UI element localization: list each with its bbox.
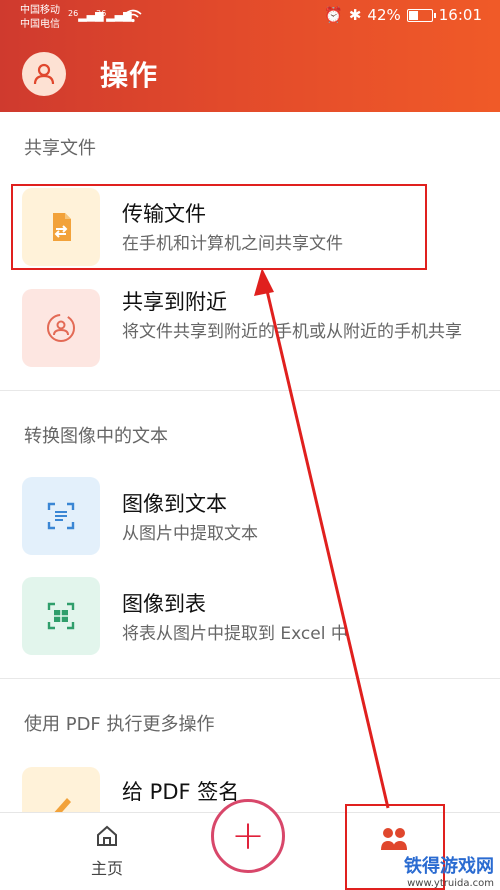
- nav-home-label: 主页: [90, 859, 123, 878]
- home-icon: [97, 825, 117, 846]
- watermark-brand: 铁得游戏网: [404, 856, 494, 877]
- plus-icon: +: [231, 813, 265, 859]
- watermark: 铁得游戏网 www.ytruida.com: [404, 852, 494, 889]
- create-button[interactable]: +: [211, 799, 285, 873]
- people-icon: [381, 828, 407, 850]
- watermark-url: www.ytruida.com: [407, 878, 494, 889]
- annotation-arrow: [254, 268, 390, 809]
- nav-home[interactable]: 主页: [82, 823, 132, 879]
